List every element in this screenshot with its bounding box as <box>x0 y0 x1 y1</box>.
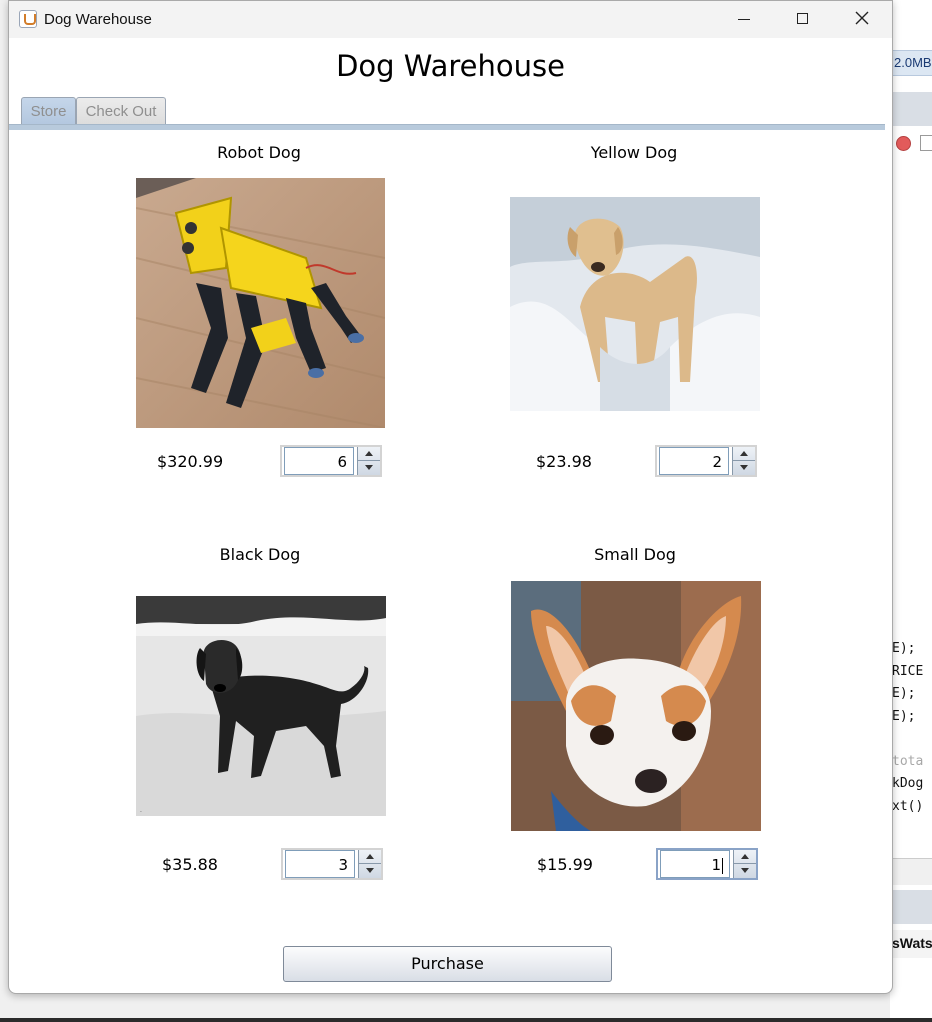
product-name-black-dog: Black Dog <box>219 545 301 564</box>
arrow-up-icon <box>741 854 749 859</box>
arrow-down-icon <box>741 868 749 873</box>
decrement-button[interactable] <box>733 461 755 475</box>
decrement-button[interactable] <box>358 461 380 475</box>
price-small-dog: $15.99 <box>537 855 593 874</box>
increment-button[interactable] <box>358 447 380 461</box>
arrow-up-icon <box>740 451 748 456</box>
tab-check-out[interactable]: Check Out <box>76 97 166 125</box>
stop-icon[interactable] <box>896 136 911 151</box>
spinner-buttons <box>357 447 380 475</box>
close-icon <box>855 11 869 25</box>
tab-store[interactable]: Store <box>21 97 76 125</box>
arrow-up-icon <box>365 451 373 456</box>
product-name-yellow-dog: Yellow Dog <box>590 143 678 162</box>
quantity-spinner-small-dog[interactable]: 1 <box>656 848 758 880</box>
taskbar-edge <box>0 1018 932 1022</box>
quantity-field-small-dog[interactable]: 1 <box>660 850 730 878</box>
yellow-dog-image <box>510 197 760 411</box>
small-dog-image <box>511 581 761 831</box>
quantity-spinner-yellow-dog[interactable]: 2 <box>655 445 757 477</box>
memory-indicator: 2.0MB <box>890 50 932 76</box>
price-yellow-dog: $23.98 <box>536 452 592 471</box>
ide-panel-icon[interactable] <box>920 135 932 151</box>
text-caret <box>722 857 723 874</box>
title-bar: Dog Warehouse <box>9 1 892 38</box>
quantity-field-yellow-dog[interactable]: 2 <box>659 447 729 475</box>
maximize-button[interactable] <box>773 1 831 38</box>
increment-button[interactable] <box>734 850 756 864</box>
spinner-buttons <box>732 447 755 475</box>
decrement-button[interactable] <box>359 864 381 878</box>
increment-button[interactable] <box>359 850 381 864</box>
increment-button[interactable] <box>733 447 755 461</box>
page-title: Dog Warehouse <box>336 49 565 83</box>
maximize-icon <box>796 12 808 24</box>
minimize-button[interactable] <box>715 1 773 38</box>
tab-divider <box>9 124 885 130</box>
ide-panel-header <box>890 890 932 924</box>
minimize-icon <box>738 18 750 21</box>
spinner-buttons <box>358 850 381 878</box>
svg-text:.: . <box>140 807 142 814</box>
purchase-button[interactable]: Purchase <box>283 946 612 982</box>
window-title: Dog Warehouse <box>44 11 152 28</box>
robot-dog-image <box>136 178 385 428</box>
code-editor-fragment: E); RICE E); E); tota kDog xt() <box>892 641 924 814</box>
arrow-down-icon <box>740 465 748 470</box>
price-black-dog: $35.88 <box>162 855 218 874</box>
app-window: Dog Warehouse Dog Warehouse Store Check … <box>8 0 893 994</box>
arrow-down-icon <box>365 465 373 470</box>
product-name-robot-dog: Robot Dog <box>217 143 301 162</box>
ide-scrollbar <box>890 858 932 885</box>
author-fragment: sWats <box>890 930 932 958</box>
quantity-spinner-robot-dog[interactable]: 6 <box>280 445 382 477</box>
arrow-down-icon <box>366 868 374 873</box>
ide-toolbar <box>890 92 932 126</box>
quantity-field-black-dog[interactable]: 3 <box>285 850 355 878</box>
price-robot-dog: $320.99 <box>157 452 224 471</box>
java-app-icon <box>19 10 37 28</box>
decrement-button[interactable] <box>734 864 756 878</box>
quantity-field-robot-dog[interactable]: 6 <box>284 447 354 475</box>
black-dog-image: . <box>136 596 386 816</box>
close-button[interactable] <box>833 1 891 38</box>
spinner-buttons <box>733 850 756 878</box>
product-name-small-dog: Small Dog <box>594 545 676 564</box>
quantity-spinner-black-dog[interactable]: 3 <box>281 848 383 880</box>
arrow-up-icon <box>366 854 374 859</box>
